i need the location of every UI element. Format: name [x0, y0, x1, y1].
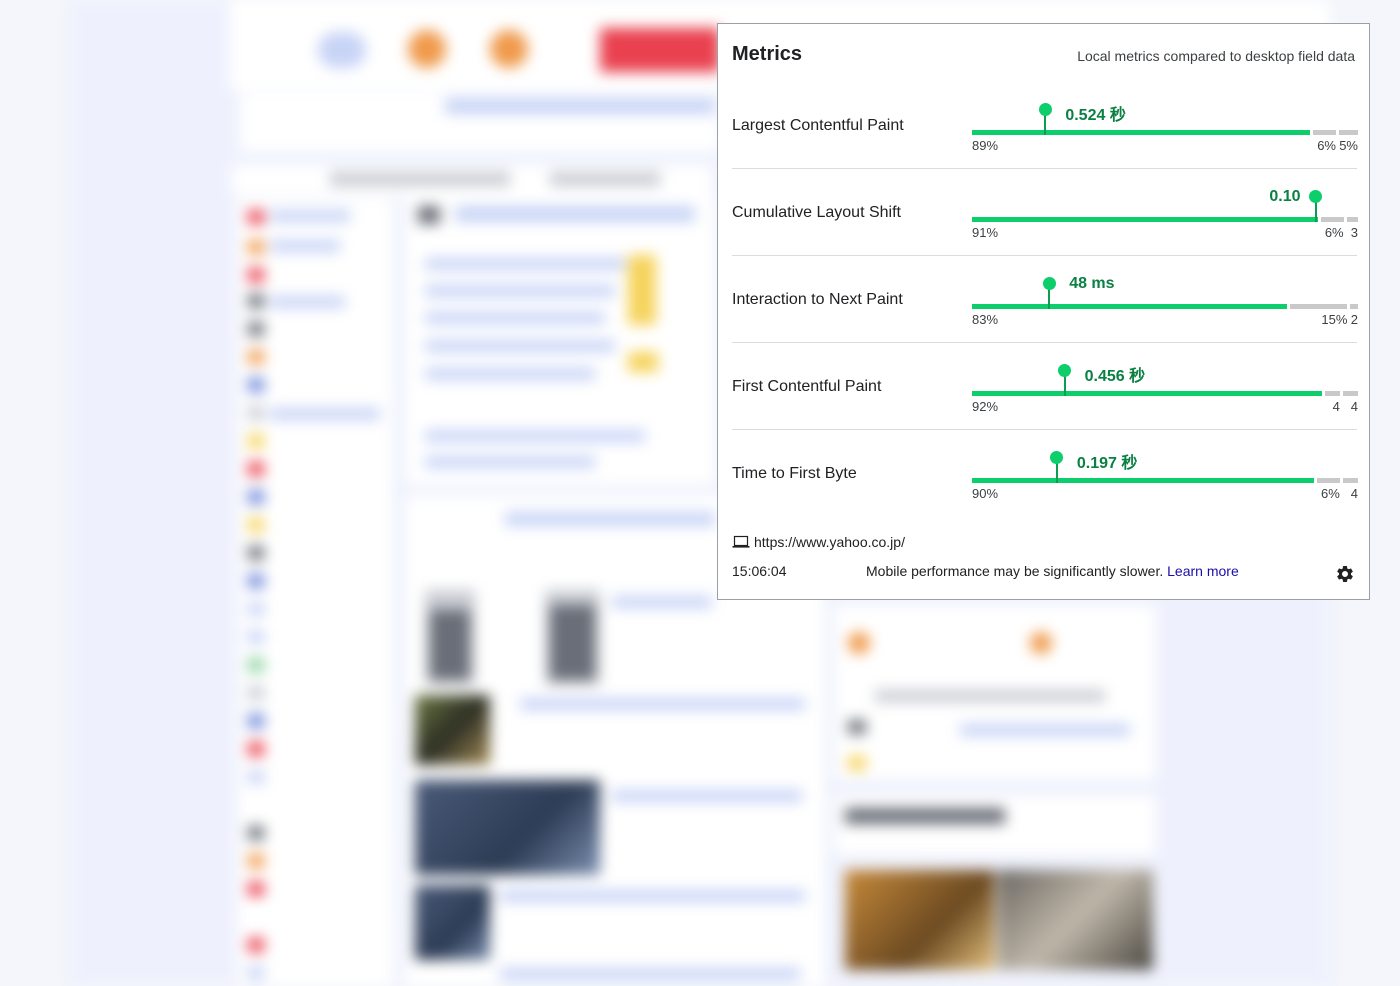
good-segment: [972, 478, 1314, 483]
metric-name: Interaction to Next Paint: [732, 291, 903, 308]
poor-segment: [1342, 391, 1358, 396]
distribution-bar: 90% 6% 4 0.197 秒: [972, 431, 1358, 517]
poor-segment: [1346, 217, 1358, 222]
mobile-note-text: Mobile performance may be significantly …: [866, 563, 1164, 579]
gear-icon[interactable]: [1335, 564, 1355, 584]
metric-name: Largest Contentful Paint: [732, 117, 904, 134]
needs-improvement-percent: 4: [1332, 399, 1340, 414]
good-percent: 90%: [972, 486, 999, 501]
distribution-bar: 83% 15% 2 48 ms: [972, 257, 1358, 343]
needs-improvement-segment: [1324, 391, 1340, 396]
value-marker-line: [1048, 287, 1051, 309]
value-marker-dot: [1038, 103, 1052, 116]
metric-name: Time to First Byte: [732, 465, 857, 482]
value-marker-line: [1314, 200, 1317, 222]
metric-row: Interaction to Next Paint 83% 15% 2 48 ms: [732, 257, 1358, 343]
poor-percent: 4: [1350, 399, 1358, 414]
good-segment: [972, 130, 1311, 135]
needs-improvement-segment: [1313, 130, 1336, 135]
poor-percent: 3: [1350, 225, 1358, 240]
good-segment: [972, 217, 1318, 222]
poor-percent: 2: [1350, 312, 1358, 327]
needs-improvement-percent: 6%: [1317, 138, 1336, 153]
laptop-icon: [732, 535, 750, 549]
value-marker-dot: [1050, 451, 1064, 464]
value-marker-line: [1044, 113, 1047, 135]
metric-row: Time to First Byte 90% 6% 4 0.197 秒: [732, 431, 1358, 517]
metric-value: 0.197 秒: [1076, 455, 1138, 472]
metric-value: 0.456 秒: [1084, 368, 1146, 385]
panel-title: Metrics: [732, 43, 803, 65]
metric-value: 0.524 秒: [1065, 107, 1126, 124]
poor-percent: 4: [1350, 486, 1358, 501]
timestamp: 15:06:04: [732, 563, 787, 579]
metric-name: Cumulative Layout Shift: [732, 204, 901, 221]
good-segment: [972, 391, 1322, 396]
needs-improvement-segment: [1290, 304, 1348, 309]
value-marker-dot: [1309, 190, 1323, 203]
panel-subtitle: Local metrics compared to desktop field …: [1077, 48, 1355, 64]
page-url-text: https://www.yahoo.co.jp/: [754, 534, 905, 550]
value-marker-line: [1055, 461, 1058, 483]
metric-row: Largest Contentful Paint 89% 6% 5% 0.524 秒: [732, 83, 1358, 169]
distribution-bar: 91% 6% 3 0.10: [972, 170, 1358, 256]
distribution-bar: 92% 4 4 0.456 秒: [972, 344, 1358, 430]
needs-improvement-percent: 6%: [1321, 486, 1340, 501]
metric-row: Cumulative Layout Shift 91% 6% 3 0.10: [732, 170, 1358, 256]
good-percent: 89%: [972, 138, 999, 153]
poor-segment: [1350, 304, 1358, 309]
metric-value: 48 ms: [1069, 275, 1115, 292]
mobile-note: Mobile performance may be significantly …: [866, 563, 1239, 579]
metrics-panel: Metrics Local metrics compared to deskto…: [717, 23, 1370, 600]
metric-row: First Contentful Paint 92% 4 4 0.456 秒: [732, 344, 1358, 430]
poor-percent: 5%: [1339, 138, 1358, 153]
page-url: https://www.yahoo.co.jp/: [732, 534, 905, 550]
value-marker-dot: [1058, 364, 1072, 377]
good-percent: 92%: [972, 399, 999, 414]
value-marker-dot: [1042, 277, 1056, 290]
good-percent: 83%: [972, 312, 999, 327]
good-percent: 91%: [972, 225, 999, 240]
needs-improvement-percent: 6%: [1324, 225, 1344, 240]
poor-segment: [1339, 130, 1358, 135]
good-segment: [972, 304, 1288, 309]
metric-name: First Contentful Paint: [732, 378, 882, 395]
needs-improvement-segment: [1317, 478, 1340, 483]
needs-improvement-percent: 15%: [1321, 312, 1348, 327]
needs-improvement-segment: [1320, 217, 1344, 222]
metric-value: 0.10: [1269, 188, 1301, 205]
distribution-bar: 89% 6% 5% 0.524 秒: [972, 83, 1358, 169]
learn-more-link[interactable]: Learn more: [1167, 563, 1239, 579]
value-marker-line: [1063, 374, 1066, 396]
poor-segment: [1342, 478, 1358, 483]
